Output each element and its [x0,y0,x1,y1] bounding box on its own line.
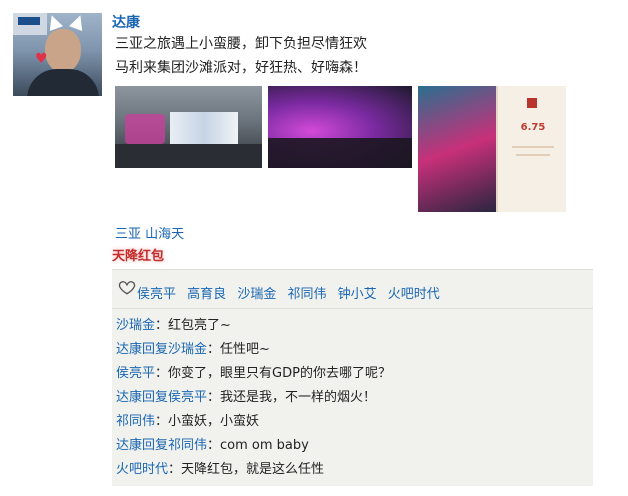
comment-author[interactable]: 达康回复祁同伟 [116,438,207,453]
comment-author[interactable]: 祁同伟 [116,414,155,429]
like-name[interactable]: 火吧时代 [388,287,440,302]
author-name[interactable]: 达康 [112,12,140,32]
comment-item[interactable]: 祁同伟：小蛮妖，小蛮妖 [116,414,391,438]
comment-list: 沙瑞金：红包亮了~ 达康回复沙瑞金：任性吧~ 侯亮平：你变了，眼里只有GDP的你… [116,318,391,486]
comment-item[interactable]: 达康回复侯亮平：我还是我，不一样的烟火！ [116,390,391,414]
photo-stage [170,112,238,148]
post-photo-1[interactable] [115,86,262,168]
red-packet-logo-icon [527,98,537,108]
comment-item[interactable]: 达康回复祁同伟：com om baby [116,438,391,462]
comment-item[interactable]: 侯亮平：你变了，眼里只有GDP的你去哪了呢？ [116,366,391,390]
card-text-line [512,146,554,148]
photo-screen [418,86,496,212]
red-packet-amount: 6.75 [520,122,546,133]
post-text-line-2: 马利来集团沙滩派对，好狂热、好嗨森！ [115,60,367,76]
comment-author[interactable]: 达康回复侯亮平 [116,390,207,405]
post-photo-3[interactable]: 6.75 [418,86,566,212]
post-text-line-1: 三亚之旅遇上小蛮腰，卸下负担尽情狂欢 [115,36,367,52]
post-tag[interactable]: 天降红包 [112,245,164,264]
photo-crowd [268,138,412,168]
like-name[interactable]: 高育良 [187,287,226,302]
comment-text: ：任性吧~ [207,342,270,357]
comment-text: ：天降红包，就是这么任性 [168,462,325,477]
heart-sticker-icon: ♥ [35,51,48,67]
interaction-panel: 侯亮平 高育良 沙瑞金 祁同伟 钟小艾 火吧时代 沙瑞金：红包亮了~ 达康回复沙… [112,269,593,486]
like-name[interactable]: 沙瑞金 [237,287,276,302]
photo-floor [115,144,262,168]
like-name[interactable]: 钟小艾 [338,287,377,302]
avatar[interactable]: ♥ [13,13,102,96]
comment-author[interactable]: 沙瑞金 [116,318,155,333]
comment-text: ：红包亮了~ [155,318,231,333]
like-name[interactable]: 祁同伟 [287,287,326,302]
avatar-face [45,29,81,73]
post-location[interactable]: 三亚 山海天 [115,223,184,242]
comment-item[interactable]: 火吧时代：天降红包，就是这么任性 [116,462,391,486]
comment-text: ：你变了，眼里只有GDP的你去哪了呢？ [155,366,391,381]
comment-text: ：com om baby [207,438,309,453]
avatar-suit [27,69,99,96]
comment-item[interactable]: 沙瑞金：红包亮了~ [116,318,391,342]
comment-text: ：我还是我，不一样的烟火！ [207,390,377,405]
divider [112,308,593,309]
comment-author[interactable]: 侯亮平 [116,366,155,381]
heart-outline-icon[interactable] [118,278,136,296]
like-names: 侯亮平 高育良 沙瑞金 祁同伟 钟小艾 火吧时代 [137,283,447,302]
likes-row: 侯亮平 高育良 沙瑞金 祁同伟 钟小艾 火吧时代 [112,270,593,306]
post-photo-2[interactable] [268,86,412,168]
red-packet-card: 6.75 [496,86,566,212]
like-name[interactable]: 侯亮平 [137,287,176,302]
cat-ear-right [69,13,87,31]
comment-text: ：小蛮妖，小蛮妖 [155,414,260,429]
comment-author[interactable]: 达康回复沙瑞金 [116,342,207,357]
comment-author[interactable]: 火吧时代 [116,462,168,477]
card-text-line [516,154,550,156]
comment-item[interactable]: 达康回复沙瑞金：任性吧~ [116,342,391,366]
photo-light [125,114,165,144]
avatar-background-sign-stripe [18,17,40,25]
